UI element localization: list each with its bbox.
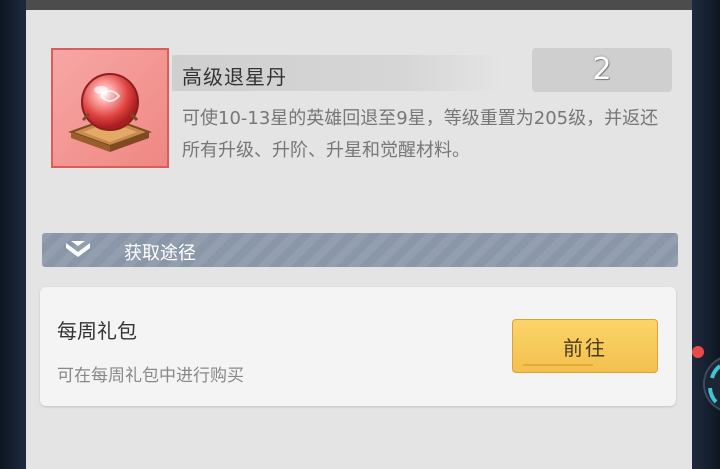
item-count: 2	[592, 52, 612, 87]
item-count-box: 2	[532, 48, 672, 92]
acquire-section-header: 获取途径	[42, 233, 678, 267]
double-chevron-down-icon	[66, 241, 90, 257]
go-button-underline	[523, 364, 593, 366]
crystal-orb-icon	[68, 73, 152, 152]
source-description: 可在每周礼包中进行购买	[57, 366, 244, 386]
source-title: 每周礼包	[57, 319, 137, 343]
side-widget-icon[interactable]	[698, 348, 720, 418]
background-left	[0, 0, 26, 469]
section-title: 获取途径	[124, 243, 196, 264]
go-button-label: 前往	[563, 336, 607, 360]
item-icon-frame	[51, 48, 169, 168]
item-name: 高级退星丹	[182, 65, 287, 89]
item-detail-panel: 高级退星丹 2 可使10-13星的英雄回退至9星，等级重置为205级，并返还所有…	[26, 0, 692, 469]
go-button[interactable]: 前往	[512, 319, 658, 373]
source-card-weekly-pack: 每周礼包 可在每周礼包中进行购买 前往	[40, 287, 676, 406]
panel-top-strip	[26, 0, 692, 10]
item-description: 可使10-13星的英雄回退至9星，等级重置为205级，并返还所有升级、升阶、升星…	[182, 108, 659, 161]
